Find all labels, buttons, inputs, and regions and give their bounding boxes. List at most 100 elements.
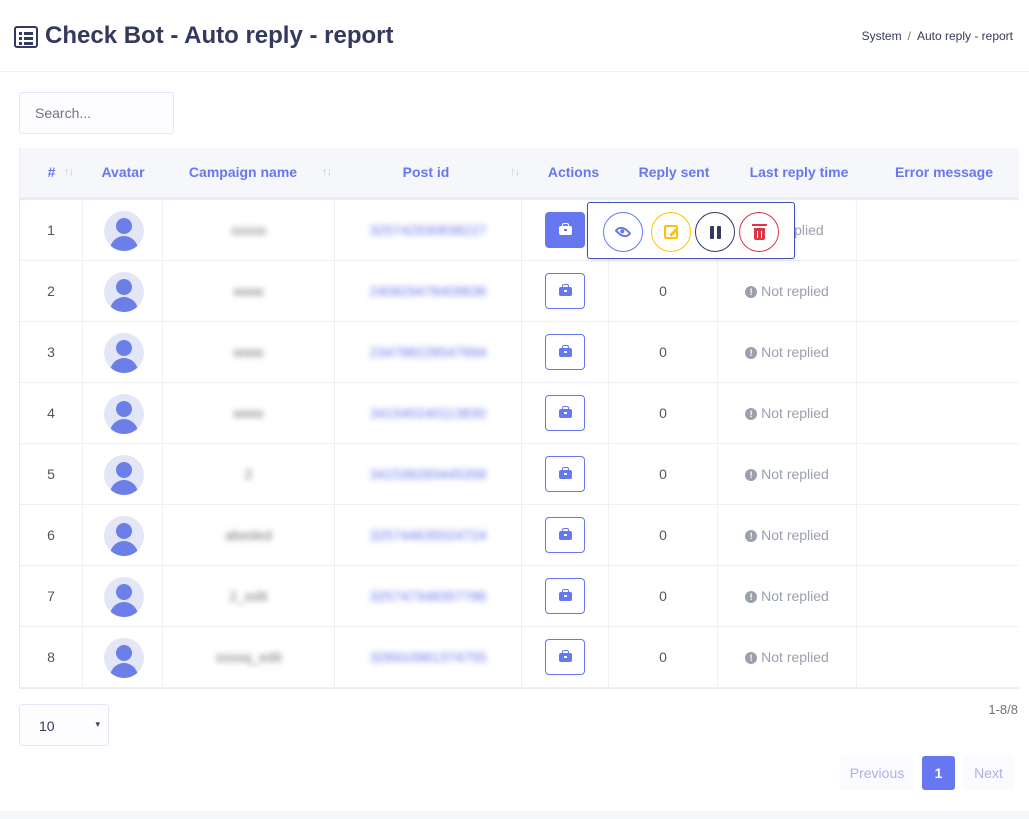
column-header-post-id[interactable]: Post id [335, 148, 517, 197]
avatar-cell [83, 444, 163, 505]
campaign-name: 2_edit [229, 588, 268, 604]
row-number: 1 [20, 200, 83, 261]
avatar-cell [83, 627, 163, 688]
error-message-cell [857, 444, 1019, 505]
error-message-cell [857, 566, 1019, 627]
briefcase-icon [559, 284, 572, 296]
last-reply-status: Not replied [761, 405, 829, 421]
breadcrumb: System / Auto reply - report [862, 29, 1013, 43]
campaign-name-cell: www [163, 383, 335, 444]
edit-button[interactable] [651, 212, 691, 252]
briefcase-icon [559, 650, 572, 662]
briefcase-icon [559, 528, 572, 540]
table-row: 6 abeded 325744635024724 0 ! Not replied [20, 505, 1019, 566]
row-number: 4 [20, 383, 83, 444]
actions-button[interactable] [545, 639, 585, 675]
list-icon [14, 26, 38, 48]
pause-button[interactable] [695, 212, 735, 252]
reply-sent-cell: 0 [609, 383, 718, 444]
post-id-link[interactable]: 234788228547894 [370, 344, 487, 360]
last-reply-status: Not replied [761, 649, 829, 665]
post-id-link[interactable]: 341538283445358 [370, 466, 487, 482]
campaign-name: www [233, 283, 264, 299]
post-id-cell: 328910961374755 [335, 627, 522, 688]
actions-cell [522, 383, 609, 444]
search-input[interactable] [19, 92, 174, 134]
page-header: Check Bot - Auto reply - report System / A… [0, 0, 1029, 72]
actions-cell [522, 322, 609, 383]
last-reply-cell: ! Not replied [718, 505, 857, 566]
chevron-down-icon: ▾ [95, 719, 100, 729]
row-number: 2 [20, 261, 83, 322]
sort-icon[interactable]: ↑↓ [64, 166, 74, 178]
error-message-cell [857, 261, 1019, 322]
avatar [104, 272, 144, 312]
briefcase-icon [559, 406, 572, 418]
avatar-cell [83, 261, 163, 322]
exclamation-icon: ! [745, 530, 758, 542]
post-id-cell: 325747348357786 [335, 566, 522, 627]
avatar-cell [83, 200, 163, 261]
actions-cell [522, 505, 609, 566]
last-reply-cell: ! Not replied [718, 322, 857, 383]
exclamation-icon: ! [745, 408, 758, 420]
post-id-link[interactable]: 240829478409836 [370, 283, 487, 299]
row-number: 8 [20, 627, 83, 688]
next-button[interactable]: Next [963, 756, 1014, 790]
row-number: 3 [20, 322, 83, 383]
table-row: 7 2_edit 325747348357786 0 ! Not replied [20, 566, 1019, 627]
table-row: 2 www 240829478409836 0 ! Not replied [20, 261, 1019, 322]
post-id-link[interactable]: 328910961374755 [370, 649, 487, 665]
actions-cell [522, 261, 609, 322]
actions-button[interactable] [545, 273, 585, 309]
post-id-link[interactable]: 341540240113830 [370, 405, 486, 421]
exclamation-icon: ! [745, 591, 758, 603]
avatar [104, 333, 144, 373]
row-number: 6 [20, 505, 83, 566]
column-header-number[interactable]: # [20, 148, 83, 197]
campaign-name: www [233, 405, 264, 421]
reply-sent-cell: 0 [609, 627, 718, 688]
delete-button[interactable] [739, 212, 779, 252]
post-id-link[interactable]: 325747348357786 [370, 588, 487, 604]
campaign-name: www [233, 344, 264, 360]
post-id-link[interactable]: 325742930838227 [370, 222, 487, 238]
last-reply-cell: ! Not replied [718, 627, 857, 688]
table-row: 4 www 341540240113830 0 ! Not replied [20, 383, 1019, 444]
previous-button[interactable]: Previous [840, 756, 914, 790]
actions-button[interactable] [545, 395, 585, 431]
campaign-name: 2 [244, 466, 253, 482]
actions-button[interactable] [545, 212, 585, 248]
last-reply-status: Not replied [761, 344, 829, 360]
campaign-name-cell: abeded [163, 505, 335, 566]
post-id-cell: 341538283445358 [335, 444, 522, 505]
post-id-link[interactable]: 325744635024724 [370, 527, 487, 543]
page-1-button[interactable]: 1 [922, 756, 955, 790]
campaign-name-cell: sssss [163, 200, 335, 261]
column-header-error[interactable]: Error message [872, 148, 1016, 197]
trash-icon [752, 224, 767, 240]
last-reply-cell: ! Not replied [718, 566, 857, 627]
column-header-campaign[interactable]: Campaign name [163, 148, 323, 197]
avatar [104, 638, 144, 678]
reply-sent-cell: 0 [609, 322, 718, 383]
record-count: 1-8/8 [988, 702, 1018, 717]
page-size-select[interactable]: 10 ▾ [19, 704, 109, 746]
exclamation-icon: ! [745, 652, 758, 664]
actions-button[interactable] [545, 578, 585, 614]
actions-button[interactable] [545, 456, 585, 492]
reply-sent-cell: 0 [609, 566, 718, 627]
actions-button[interactable] [545, 517, 585, 553]
campaign-name-cell: ssssq_edit [163, 627, 335, 688]
breadcrumb-system[interactable]: System [862, 29, 902, 43]
last-reply-cell: ! Not replied [718, 383, 857, 444]
view-button[interactable] [603, 212, 643, 252]
actions-button[interactable] [545, 334, 585, 370]
sort-icon[interactable]: ↑↓ [510, 166, 520, 178]
error-message-cell [857, 200, 1019, 261]
footer-divider [0, 811, 1029, 819]
error-message-cell [857, 322, 1019, 383]
post-id-cell: 341540240113830 [335, 383, 522, 444]
sort-icon[interactable]: ↑↓ [322, 166, 332, 178]
column-header-last-reply[interactable]: Last reply time [718, 148, 880, 197]
